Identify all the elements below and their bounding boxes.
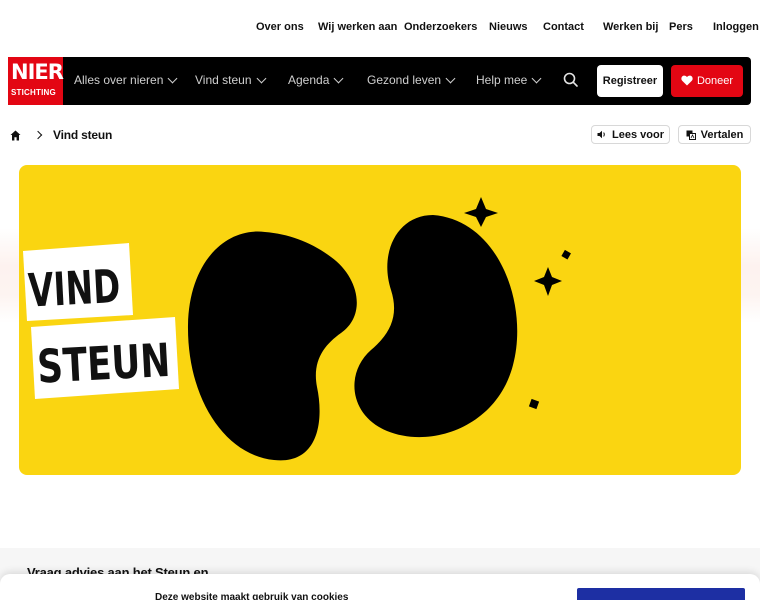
nav-item-gezond-leven[interactable]: Gezond leven [367, 73, 456, 87]
toplink-nieuws[interactable]: Nieuws [489, 21, 528, 33]
toplink-wij-werken-aan[interactable]: Wij werken aan [318, 21, 397, 33]
sparkle-icon [528, 398, 540, 410]
toplink-inloggen[interactable]: Inloggen [713, 21, 759, 33]
chevron-down-icon [531, 73, 542, 84]
chevron-down-icon [167, 73, 178, 84]
toplink-werken-bij[interactable]: Werken bij [603, 21, 658, 33]
breadcrumb-current: Vind steun [53, 128, 113, 142]
translate-label: Vertalen [700, 128, 744, 141]
vind-label-card: VIND [23, 243, 133, 321]
sparkle-icon [464, 197, 498, 227]
nav-item-vind-steun[interactable]: Vind steun [195, 73, 266, 87]
nav-item-label: Help mee [476, 73, 528, 87]
nav-item-label: Gezond leven [367, 73, 442, 87]
hero-illustration: VIND STEUN [23, 197, 571, 461]
logo-wordmark: NIER [11, 60, 64, 84]
kidney-shape-right [354, 215, 518, 438]
toplink-contact[interactable]: Contact [543, 21, 584, 33]
nierstichting-logo[interactable]: NIER STICHTING [8, 57, 64, 105]
hero-line-1: VIND [27, 259, 122, 318]
nav-item-label: Alles over nieren [74, 73, 164, 87]
heart-icon [681, 75, 693, 86]
steun-label-card: STEUN [31, 317, 179, 399]
toplink-over-ons[interactable]: Over ons [256, 21, 304, 33]
search-button[interactable] [562, 71, 580, 89]
search-icon [563, 72, 578, 87]
chevron-right-icon [33, 130, 43, 140]
translate-button[interactable]: Vertalen [678, 125, 751, 144]
speaker-icon [597, 130, 605, 139]
breadcrumb: Vind steun [10, 128, 112, 142]
kidney-shape-left [187, 231, 357, 461]
toplink-onderzoekers[interactable]: Onderzoekers [404, 21, 477, 33]
chevron-down-icon [445, 73, 456, 84]
nav-item-label: Vind steun [195, 73, 252, 87]
register-button[interactable]: Registreer [597, 65, 663, 97]
toplink-pers[interactable]: Pers [669, 21, 693, 33]
nav-item-alles-over-nieren[interactable]: Alles over nieren [74, 73, 178, 87]
cookie-text: Deze website maakt gebruik van cookies [155, 592, 349, 600]
nav-item-agenda[interactable]: Agenda [288, 73, 344, 87]
read-aloud-label: Lees voor [612, 128, 664, 141]
read-aloud-button[interactable]: Lees voor [591, 125, 670, 144]
hero-line-2: STEUN [36, 333, 172, 394]
cookie-accept-button[interactable] [577, 588, 745, 600]
donate-label: Doneer [696, 75, 734, 87]
nav-item-label: Agenda [288, 73, 330, 87]
nav-item-help-mee[interactable]: Help mee [476, 73, 542, 87]
donate-button[interactable]: Doneer [671, 65, 743, 97]
cookie-banner: Deze website maakt gebruik van cookies [0, 574, 760, 600]
sparkle-icon [534, 267, 562, 296]
chevron-down-icon [256, 73, 266, 84]
sparkle-icon [561, 249, 571, 260]
main-navbar: NIER STICHTING Alles over nieren Vind st… [8, 57, 751, 105]
hero-banner: VIND STEUN [19, 165, 741, 475]
translate-icon [686, 130, 696, 140]
chevron-down-icon [333, 73, 344, 84]
home-icon[interactable] [10, 130, 21, 141]
logo-subtext: STICHTING [11, 88, 56, 97]
